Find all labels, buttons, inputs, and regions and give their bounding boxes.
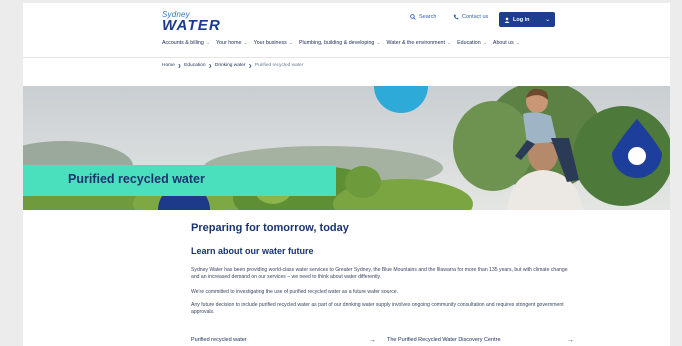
phone-icon	[453, 14, 459, 20]
login-button[interactable]: Log in ⌄	[499, 12, 555, 27]
chevron-down-icon: ⌄	[205, 40, 211, 46]
search-link[interactable]: Search	[410, 14, 436, 20]
decision-paragraph: Any future decision to include purified …	[191, 302, 564, 316]
chevron-down-icon: ⌄	[288, 40, 293, 46]
site-header: Sydney WATER Search Contact us Log in ⌄ …	[23, 3, 670, 58]
breadcrumb-education[interactable]: Education	[184, 63, 205, 68]
arrow-right-icon: →	[567, 336, 574, 344]
chevron-down-icon: ⌄	[243, 40, 248, 46]
contact-link[interactable]: Contact us	[453, 14, 488, 20]
nav-item-label: About us	[492, 40, 514, 46]
logo-line-2: WATER	[162, 17, 222, 34]
breadcrumb: Home ❯ Education ❯ Drinking water ❯ Puri…	[162, 63, 303, 68]
intro-paragraph: Sydney Water has been providing world-cl…	[191, 267, 568, 281]
breadcrumb-current: Purified recycled water	[254, 63, 304, 68]
chevron-right-icon: ❯	[208, 63, 212, 68]
login-label: Log in	[513, 16, 530, 23]
nav-item-accounts[interactable]: Accounts & billing ⌄	[162, 40, 210, 46]
sydney-water-logo[interactable]: Sydney WATER	[162, 10, 222, 36]
nav-item-label: Plumbing, building & developing	[298, 40, 375, 46]
link-label: Purified recycled water	[191, 337, 247, 343]
nav-item-education[interactable]: Education ⌄	[457, 40, 487, 46]
nav-item-about-us[interactable]: About us ⌄	[493, 40, 520, 46]
chevron-down-icon: ⌄	[482, 40, 487, 46]
chevron-right-icon: ❯	[177, 63, 182, 68]
page: Sydney WATER Search Contact us Log in ⌄ …	[23, 3, 670, 346]
nav-item-label: Education	[457, 40, 481, 46]
nav-item-label: Water & the environment	[386, 40, 445, 46]
breadcrumb-drinking-water[interactable]: Drinking water	[215, 63, 246, 68]
search-icon	[410, 14, 416, 20]
section-heading: Preparing for tomorrow, today	[191, 222, 349, 234]
section-subheading: Learn about our water future	[191, 246, 314, 256]
chevron-down-icon: ⌄	[446, 40, 452, 46]
link-discovery-centre[interactable]: The Purified Recycled Water Discovery Ce…	[387, 334, 574, 346]
hero-banner: Purified recycled water	[23, 86, 670, 210]
chevron-down-icon: ⌄	[515, 40, 521, 46]
contact-label: Contact us	[462, 14, 489, 20]
nav-item-label: Accounts & billing	[162, 40, 204, 46]
nav-item-label: Your business	[253, 40, 287, 46]
search-label: Search	[419, 14, 437, 20]
nav-item-label: Your home	[216, 40, 242, 46]
nav-item-water-environment[interactable]: Water & the environment ⌄	[387, 40, 452, 46]
main-nav: Accounts & billing ⌄ Your home ⌄ Your busi…	[162, 40, 520, 46]
link-label: The Purified Recycled Water Discovery Ce…	[387, 337, 501, 343]
chevron-down-icon: ⌄	[376, 40, 381, 46]
chevron-right-icon: ❯	[248, 63, 252, 68]
commitment-paragraph: We're committed to investigating the use…	[191, 289, 398, 295]
breadcrumb-home[interactable]: Home	[162, 63, 175, 68]
user-icon	[504, 17, 510, 23]
nav-item-your-business[interactable]: Your business ⌄	[254, 40, 293, 46]
nav-item-plumbing[interactable]: Plumbing, building & developing ⌄	[299, 40, 381, 46]
nav-item-your-home[interactable]: Your home ⌄	[216, 40, 248, 46]
page-title: Purified recycled water	[68, 172, 205, 186]
arrow-right-icon: →	[369, 336, 376, 344]
link-purified-recycled-water[interactable]: Purified recycled water →	[191, 334, 376, 346]
chevron-down-icon: ⌄	[545, 16, 550, 23]
